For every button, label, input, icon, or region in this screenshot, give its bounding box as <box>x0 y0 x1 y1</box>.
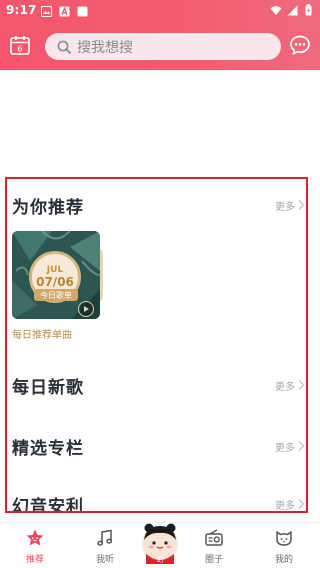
image-notification-icon <box>40 5 52 17</box>
section-title: 幻音安利 <box>12 496 84 513</box>
cat-face-icon <box>273 527 295 549</box>
more-label: 更多 <box>275 201 295 213</box>
tab-label: 我的 <box>274 555 293 565</box>
status-bar: 9:17 <box>0 0 320 22</box>
chevron-right-icon <box>297 498 305 510</box>
chevron-right-icon <box>297 440 305 452</box>
mascot-avatar-icon: 幻 <box>142 523 178 564</box>
radio-icon <box>203 527 225 549</box>
chevron-right-icon <box>297 199 305 211</box>
chat-bubble-icon <box>290 35 310 56</box>
tab-listen[interactable]: 我听 <box>85 527 125 567</box>
date-day: 07/06 <box>36 275 74 289</box>
search-icon <box>57 40 71 54</box>
search-placeholder: 搜我想搜 <box>77 39 133 56</box>
battery-icon <box>302 4 314 16</box>
more-link[interactable]: 更多 <box>275 198 305 213</box>
play-icon <box>84 306 89 312</box>
daily-card-caption[interactable]: 每日推荐单曲 <box>12 326 72 341</box>
recommend-panel: 为你推荐 更多 JUL 07/06 今日歌单 每日推荐单曲 每日新歌 更多 精选… <box>5 177 308 513</box>
section-featured-columns: 精选专栏 更多 <box>12 434 305 459</box>
header-bar: 9:17 6 搜我想搜 <box>0 0 320 70</box>
star-icon <box>24 527 46 549</box>
mascot-label: 幻 <box>157 555 164 564</box>
section-title: 每日新歌 <box>12 377 84 398</box>
tab-label: 圈子 <box>204 555 223 565</box>
chevron-right-icon <box>297 379 305 391</box>
app-bar: 6 搜我想搜 <box>0 30 320 62</box>
section-huanyin-picks: 幻音安利 更多 <box>12 492 305 513</box>
date-month: JUL <box>46 265 64 275</box>
tab-label: 推荐 <box>25 555 44 565</box>
status-time: 9:17 <box>6 3 37 17</box>
section-new-songs: 每日新歌 更多 <box>12 373 305 398</box>
text-notification-icon <box>58 5 70 17</box>
status-notification-icons <box>40 5 88 17</box>
tab-circle[interactable]: 圈子 <box>194 527 234 567</box>
wifi-icon <box>270 4 282 16</box>
calendar-button[interactable]: 6 <box>9 34 31 56</box>
tab-recommend[interactable]: 推荐 <box>15 527 55 567</box>
music-note-icon <box>94 527 116 549</box>
search-input[interactable]: 搜我想搜 <box>45 33 281 60</box>
messages-button[interactable] <box>289 34 311 56</box>
more-link[interactable]: 更多 <box>275 497 305 512</box>
tab-mascot[interactable]: 幻 <box>140 522 180 564</box>
more-label: 更多 <box>275 381 295 393</box>
section-title: 精选专栏 <box>12 438 84 459</box>
daily-playlist-ribbon: 今日歌单 <box>34 289 78 301</box>
more-label: 更多 <box>275 442 295 454</box>
calendar-icon: 6 <box>10 36 30 55</box>
play-button[interactable] <box>78 301 94 317</box>
daily-recommend-card[interactable]: JUL 07/06 今日歌单 <box>12 231 100 319</box>
section-title: 为你推荐 <box>12 197 84 218</box>
status-system-icons <box>270 4 314 16</box>
app-notification-icon <box>76 5 88 17</box>
more-link[interactable]: 更多 <box>275 439 305 454</box>
section-recommend: 为你推荐 更多 <box>12 193 305 218</box>
signal-icon <box>286 4 298 16</box>
more-label: 更多 <box>275 500 295 512</box>
tab-label: 我听 <box>95 555 114 565</box>
more-link[interactable]: 更多 <box>275 378 305 393</box>
calendar-day: 6 <box>17 45 22 54</box>
tab-mine[interactable]: 我的 <box>264 527 304 567</box>
